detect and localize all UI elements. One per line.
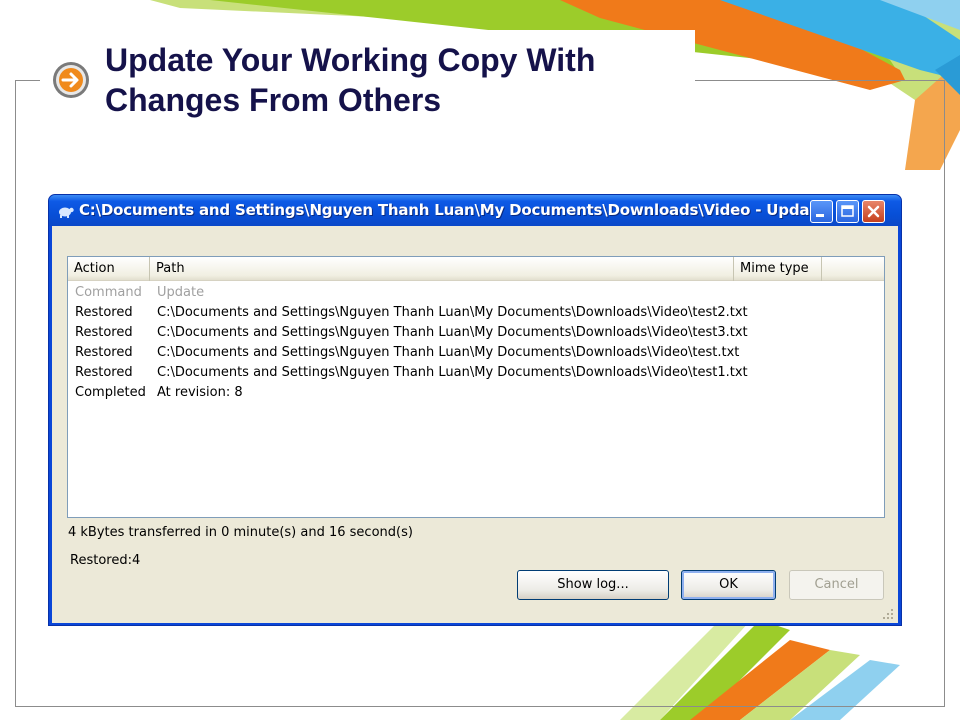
action-cell: Command	[75, 285, 142, 300]
slide-title: Update Your Working Copy With Changes Fr…	[105, 42, 596, 118]
results-list[interactable]: Action Path Mime type Command Update Res…	[67, 256, 885, 518]
column-header-action[interactable]: Action	[68, 257, 150, 281]
list-row[interactable]: Restored C:\Documents and Settings\Nguye…	[68, 343, 884, 363]
arrow-bullet-icon	[53, 62, 89, 98]
path-cell: C:\Documents and Settings\Nguyen Thanh L…	[157, 305, 748, 320]
list-row[interactable]: Completed At revision: 8	[68, 383, 884, 403]
list-row[interactable]: Command Update	[68, 283, 884, 303]
list-rows: Command Update Restored C:\Documents and…	[68, 283, 884, 403]
title-bar[interactable]: C:\Documents and Settings\Nguyen Thanh L…	[49, 195, 901, 226]
action-cell: Restored	[75, 345, 133, 360]
path-cell: C:\Documents and Settings\Nguyen Thanh L…	[157, 345, 740, 360]
path-cell: C:\Documents and Settings\Nguyen Thanh L…	[157, 325, 748, 340]
list-header: Action Path Mime type	[68, 257, 884, 281]
list-row[interactable]: Restored C:\Documents and Settings\Nguye…	[68, 303, 884, 323]
restored-summary-text: Restored:4	[70, 553, 141, 568]
dialog-client-area: Action Path Mime type Command Update Res…	[52, 226, 898, 623]
path-cell: C:\Documents and Settings\Nguyen Thanh L…	[157, 365, 748, 380]
path-cell: Update	[157, 285, 205, 300]
maximize-button[interactable]	[836, 200, 859, 223]
show-log-button[interactable]: Show log...	[517, 570, 669, 600]
ok-button[interactable]: OK	[681, 570, 776, 600]
column-header-path[interactable]: Path	[150, 257, 734, 281]
cancel-button[interactable]: Cancel	[789, 570, 884, 600]
path-cell: At revision: 8	[157, 385, 243, 400]
action-cell: Restored	[75, 365, 133, 380]
resize-grip-icon[interactable]	[880, 606, 894, 620]
list-row[interactable]: Restored C:\Documents and Settings\Nguye…	[68, 363, 884, 383]
maximize-icon	[841, 205, 854, 217]
close-button[interactable]	[862, 200, 885, 223]
tortoise-icon	[59, 207, 74, 218]
close-icon	[867, 205, 880, 218]
action-cell: Completed	[75, 385, 146, 400]
update-dialog-window: C:\Documents and Settings\Nguyen Thanh L…	[48, 194, 902, 626]
transfer-status-text: 4 kBytes transferred in 0 minute(s) and …	[68, 525, 413, 540]
column-header-mime-type[interactable]: Mime type	[734, 257, 822, 281]
minimize-icon	[816, 214, 824, 217]
list-row[interactable]: Restored C:\Documents and Settings\Nguye…	[68, 323, 884, 343]
action-cell: Restored	[75, 325, 133, 340]
action-cell: Restored	[75, 305, 133, 320]
window-title: C:\Documents and Settings\Nguyen Thanh L…	[79, 201, 814, 219]
minimize-button[interactable]	[810, 200, 833, 223]
